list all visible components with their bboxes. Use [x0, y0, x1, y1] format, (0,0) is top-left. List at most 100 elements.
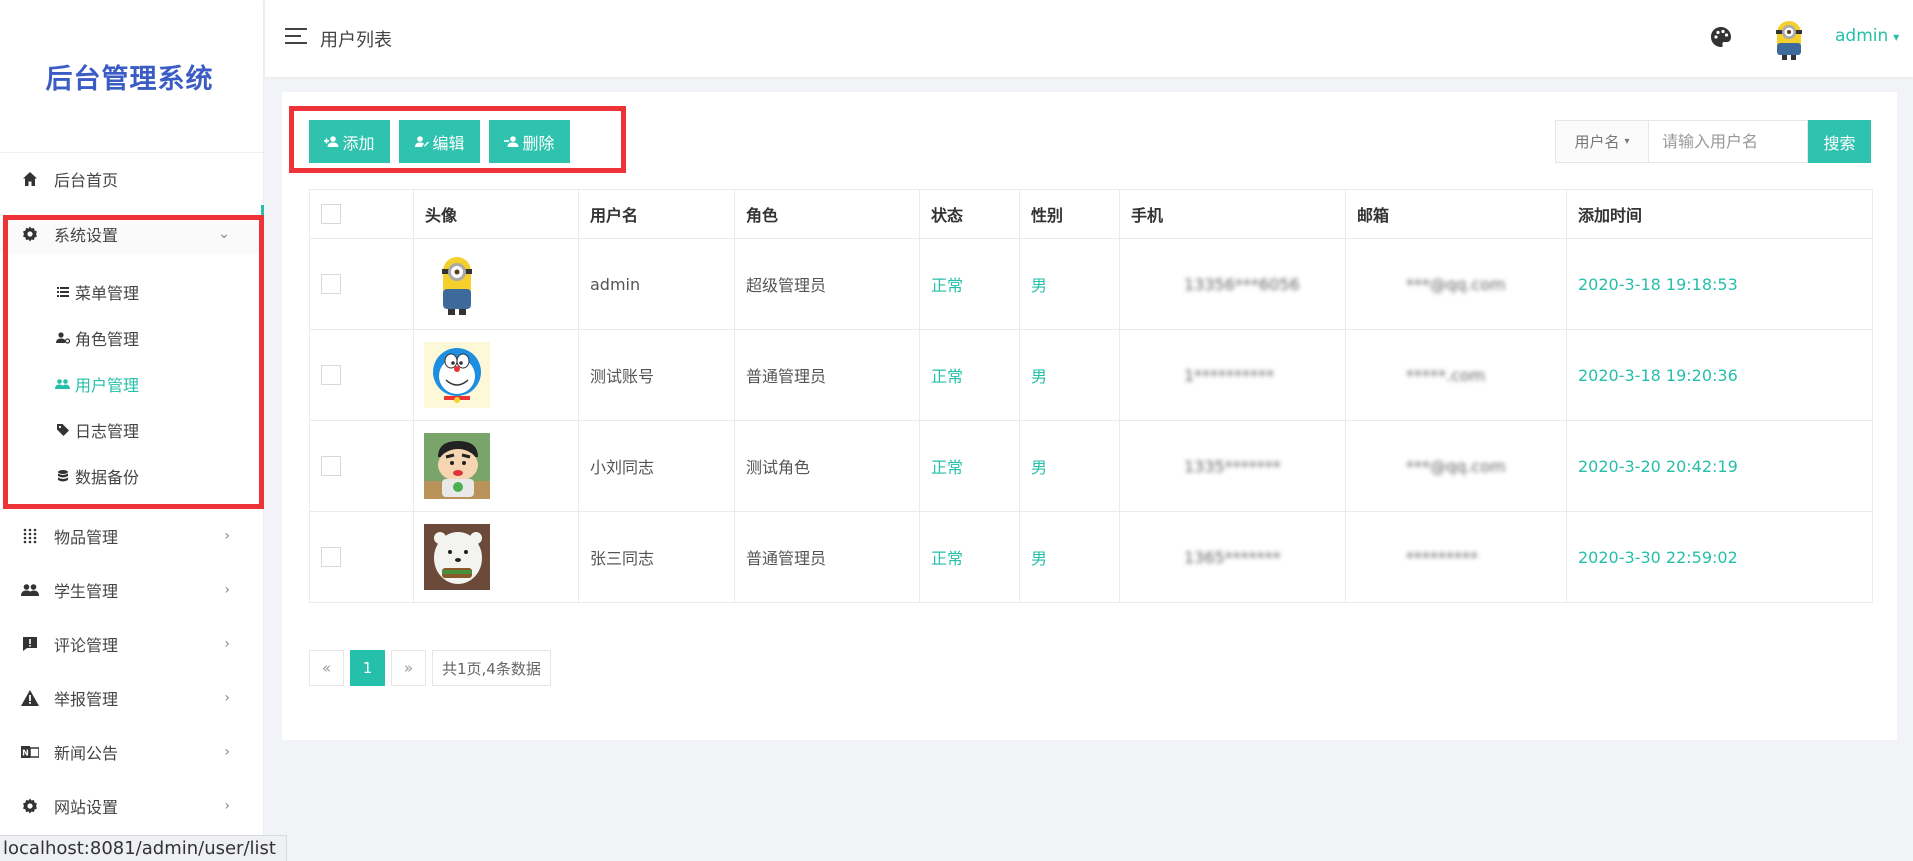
phone-cell: 1**********	[1119, 329, 1346, 421]
sidebar-item-system-settings[interactable]: 系统设置 ⌄	[0, 214, 260, 254]
sidebar-item-label: 系统设置	[54, 226, 119, 245]
palette-icon[interactable]	[1710, 26, 1732, 48]
warning-icon	[20, 688, 40, 708]
table-row[interactable]: 张三同志 普通管理员 正常 男 1365******* ********* 20…	[309, 511, 1873, 603]
sidebar-item-reports[interactable]: 举报管理 ›	[0, 678, 264, 718]
page-title: 用户列表	[320, 30, 392, 51]
user-edit-icon	[414, 134, 430, 150]
role-cell: 测试角色	[734, 420, 920, 512]
edit-button[interactable]: 编辑	[399, 120, 480, 163]
gender-cell: 男	[1019, 329, 1120, 421]
column-header: 角色	[734, 189, 920, 239]
pagination-info: 共1页,4条数据	[432, 650, 551, 686]
row-checkbox[interactable]	[321, 274, 341, 295]
sidebar-item-students[interactable]: 学生管理 ›	[0, 570, 264, 610]
role-cell: 普通管理员	[734, 329, 920, 421]
chevron-right-icon: ›	[224, 528, 230, 544]
status-cell: 正常	[919, 238, 1020, 330]
table-row[interactable]: 小刘同志 测试角色 正常 男 1335******* ***@qq.com 20…	[309, 420, 1873, 512]
status-cell: 正常	[919, 511, 1020, 603]
avatar[interactable]	[1768, 15, 1810, 61]
column-header: 性别	[1019, 189, 1120, 239]
sidebar-item-label: 学生管理	[54, 582, 119, 601]
username-cell: 测试账号	[578, 329, 735, 421]
time-cell: 2020-3-18 19:20:36	[1566, 329, 1873, 421]
email-value: ***@qq.com	[1406, 456, 1506, 476]
add-button[interactable]: 添加	[309, 120, 390, 163]
row-checkbox[interactable]	[321, 456, 341, 477]
sidebar-item-log-management[interactable]: 日志管理	[0, 412, 260, 448]
email-cell: ***@qq.com	[1345, 420, 1567, 512]
chevron-right-icon: ›	[224, 690, 230, 706]
email-cell: *********	[1345, 511, 1567, 603]
email-value: *****.com	[1406, 365, 1486, 385]
sidebar-item-role-management[interactable]: 角色管理	[0, 320, 260, 356]
chevron-right-icon: ›	[224, 636, 230, 652]
search-button[interactable]: 搜索	[1808, 120, 1871, 163]
table-header-row: 头像 用户名 角色 状态 性别 手机 邮箱 添加时间	[309, 189, 1873, 239]
email-value: ***@qq.com	[1406, 274, 1506, 294]
sidebar-item-menu-management[interactable]: 菜单管理	[0, 274, 260, 310]
prev-page-button[interactable]: «	[309, 650, 344, 686]
avatar-cell	[413, 420, 579, 512]
phone-value: 13356***6056	[1184, 274, 1300, 294]
checkbox-cell	[309, 329, 414, 421]
table-row[interactable]: admin 超级管理员 正常 男 13356***6056 ***@qq.com…	[309, 238, 1873, 330]
username-label: admin	[1835, 26, 1889, 46]
email-cell: *****.com	[1345, 329, 1567, 421]
tag-icon	[55, 423, 70, 438]
user-table: 头像 用户名 角色 状态 性别 手机 邮箱 添加时间 admin 超级管理员 正…	[309, 189, 1873, 603]
sidebar: 后台管理系统 后台首页 系统设置 ⌄ 菜单管理 角色管理 用户管理 日志管理 数…	[0, 0, 264, 861]
caret-down-icon: ▾	[1893, 30, 1900, 44]
sidebar-item-site-settings[interactable]: 网站设置 ›	[0, 786, 264, 826]
role-cell: 普通管理员	[734, 511, 920, 603]
delete-button[interactable]: 删除	[489, 120, 570, 163]
chevron-down-icon: ⌄	[218, 226, 230, 242]
column-header: 状态	[919, 189, 1020, 239]
sidebar-item-label: 新闻公告	[54, 744, 119, 763]
email-value: *********	[1406, 547, 1478, 567]
header-checkbox-cell	[309, 189, 414, 239]
search-field-label: 用户名	[1574, 133, 1620, 151]
status-cell: 正常	[919, 329, 1020, 421]
time-cell: 2020-3-30 22:59:02	[1566, 511, 1873, 603]
phone-value: 1**********	[1184, 365, 1275, 385]
page-button-current[interactable]: 1	[350, 650, 385, 686]
svg-text:N: N	[22, 749, 29, 758]
caret-down-icon: ▾	[1624, 136, 1630, 147]
sidebar-item-data-backup[interactable]: 数据备份	[0, 458, 260, 494]
avatar-cell	[413, 329, 579, 421]
sidebar-item-home[interactable]: 后台首页	[0, 159, 264, 199]
username-cell: 张三同志	[578, 511, 735, 603]
table-row[interactable]: 测试账号 普通管理员 正常 男 1********** *****.com 20…	[309, 329, 1873, 421]
sidebar-item-label: 数据备份	[75, 468, 140, 487]
phone-value: 1335*******	[1184, 456, 1281, 476]
row-checkbox[interactable]	[321, 365, 341, 386]
user-gear-icon	[55, 331, 70, 346]
avatar-cell	[413, 238, 579, 330]
sidebar-item-user-management[interactable]: 用户管理	[0, 366, 260, 402]
select-all-checkbox[interactable]	[321, 204, 341, 225]
news-icon: N	[20, 742, 40, 762]
sidebar-item-comments[interactable]: 评论管理 ›	[0, 624, 264, 664]
sidebar-item-label: 物品管理	[54, 528, 119, 547]
status-cell: 正常	[919, 420, 1020, 512]
active-indicator	[261, 205, 264, 235]
user-minus-icon	[504, 134, 520, 150]
user-plus-icon	[324, 134, 340, 150]
logo: 后台管理系统	[0, 0, 263, 153]
search-input[interactable]	[1649, 121, 1807, 162]
minion-avatar-image	[424, 251, 490, 317]
gear-icon	[20, 224, 40, 244]
sidebar-item-news[interactable]: N 新闻公告 ›	[0, 732, 264, 772]
checkbox-cell	[309, 420, 414, 512]
hamburger-menu-icon[interactable]	[285, 28, 307, 46]
gear-icon	[20, 796, 40, 816]
sidebar-item-goods[interactable]: 物品管理 ›	[0, 516, 264, 556]
search-field-select[interactable]: 用户名 ▾	[1556, 121, 1649, 162]
pagination: « 1 » 共1页,4条数据	[309, 650, 557, 686]
chevron-right-icon: ›	[224, 582, 230, 598]
user-menu[interactable]: admin ▾	[1835, 26, 1899, 46]
row-checkbox[interactable]	[321, 547, 341, 568]
next-page-button[interactable]: »	[391, 650, 426, 686]
